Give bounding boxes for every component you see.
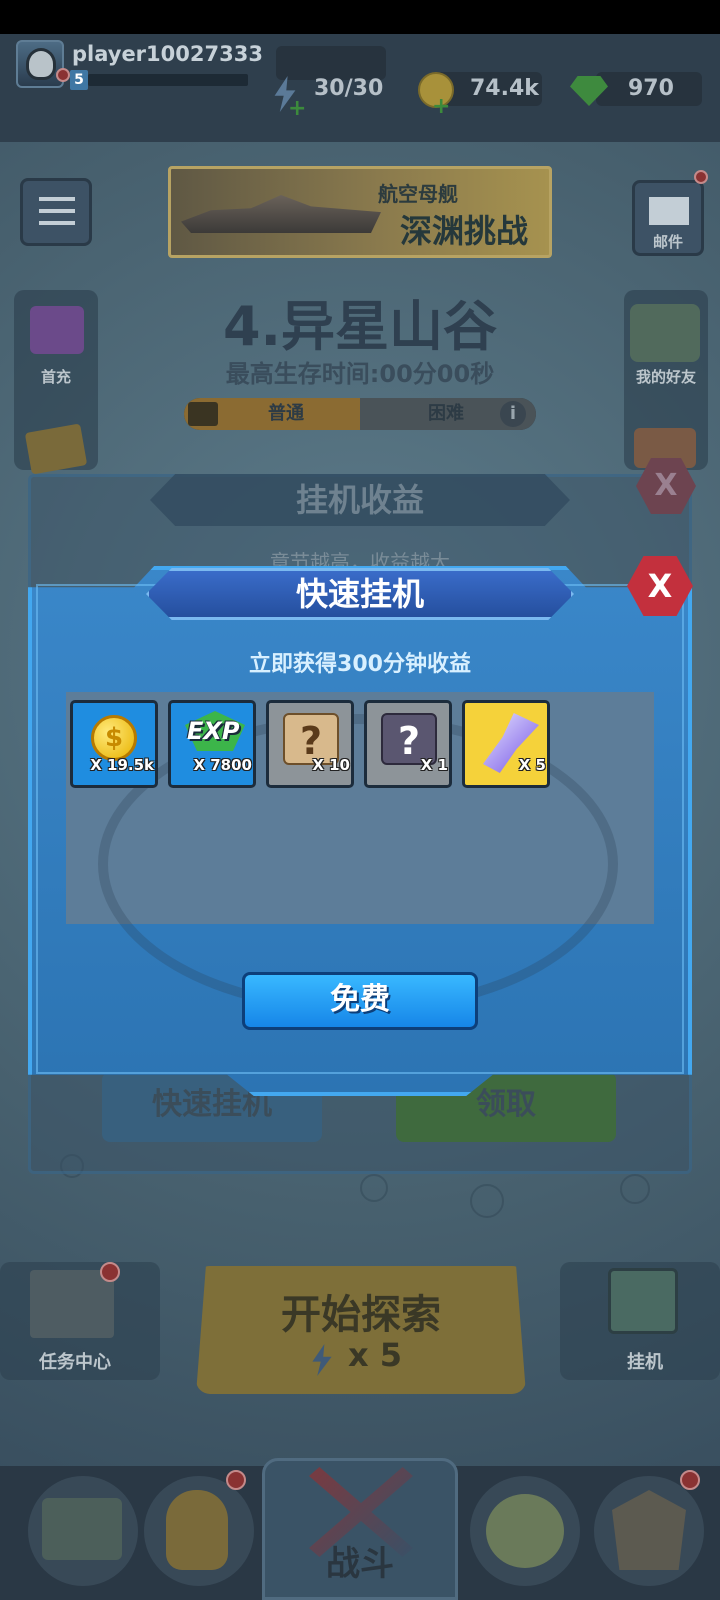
notification-dot-icon [56, 68, 70, 82]
add-coins-icon[interactable]: + [432, 94, 450, 119]
quick-idle-subtitle: 立即获得300分钟收益 [249, 652, 471, 677]
quick-idle-title: 快速挂机 [295, 575, 424, 613]
avatar[interactable] [16, 40, 64, 88]
exp-bar [88, 74, 248, 86]
bubble-decoration [360, 1174, 388, 1202]
map-icon [608, 1268, 678, 1334]
reward-exp-qty: X 7800 [193, 756, 252, 774]
armor-notification-dot-icon [680, 1470, 700, 1490]
reward-coin-qty: X 19.5k [90, 756, 154, 774]
close-icon[interactable]: X [627, 556, 693, 616]
bubble-decoration [620, 1174, 650, 1204]
best-survival-time: 最高生存时间:00分00秒 [225, 360, 495, 388]
nav-hero-tab[interactable] [470, 1476, 580, 1586]
difficulty-normal-label: 普通 [268, 403, 304, 424]
gems-value: 970 [628, 76, 674, 101]
reward-exp[interactable]: EXP [168, 700, 256, 788]
task-notification-dot-icon [100, 1262, 120, 1282]
coins-value: 74.4k [470, 76, 539, 101]
player-level-badge: 5 [70, 70, 88, 90]
reward-mystery-box[interactable]: ? [266, 700, 354, 788]
nav-armor-tab[interactable] [594, 1476, 704, 1586]
info-icon[interactable]: i [500, 401, 526, 427]
hero-icon [486, 1494, 564, 1568]
difficulty-hard-label: 困难 [428, 403, 464, 424]
chest-icon [42, 1498, 122, 1560]
free-button-label: 免费 [330, 982, 390, 1017]
status-bar [0, 0, 720, 34]
banner-line2: 深渊挑战 [399, 212, 528, 250]
reward-crystal[interactable] [462, 700, 550, 788]
idle-label: 挂机 [627, 1352, 663, 1373]
banner-line1: 航空母舰 [378, 182, 458, 206]
mail-button[interactable]: 邮件 [632, 180, 704, 256]
mail-label: 邮件 [652, 233, 683, 251]
player-name: player10027333 [72, 42, 263, 66]
task-center-button[interactable]: 任务中心 [0, 1262, 160, 1380]
helmet-icon [166, 1490, 228, 1570]
energy-value: 30/30 [314, 76, 384, 101]
reward-coin[interactable]: $ [70, 700, 158, 788]
bubble-decoration [470, 1184, 504, 1218]
mail-notification-dot-icon [694, 170, 708, 184]
idle-button[interactable]: 挂机 [560, 1262, 720, 1380]
reward-mystery-chest-qty: X 1 [420, 756, 448, 774]
menu-button[interactable] [20, 178, 92, 246]
idle-panel-title: 挂机收益 [295, 481, 424, 519]
start-explore-label: 开始探索 [281, 1292, 441, 1338]
book-icon [30, 1270, 114, 1338]
reward-mystery-box-qty: X 10 [312, 756, 350, 774]
exp-icon: EXP [187, 717, 240, 745]
chapter-title: 4.异星山谷 [222, 295, 498, 358]
difficulty-selector: 普通 困难 i [184, 398, 536, 430]
nav-equipment-tab[interactable] [144, 1476, 254, 1586]
explore-cost: x 5 [347, 1336, 403, 1374]
reward-crystal-qty: X 5 [518, 756, 546, 774]
task-center-label: 任务中心 [39, 1352, 111, 1373]
envelope-icon [649, 197, 689, 225]
armor-icon [612, 1490, 686, 1570]
add-energy-icon[interactable]: + [288, 96, 306, 121]
equipment-notification-dot-icon [226, 1470, 246, 1490]
list-icon [39, 197, 75, 201]
reward-mystery-chest[interactable]: ? [364, 700, 452, 788]
nav-treasure-tab[interactable] [28, 1476, 138, 1586]
coin-icon: $ [91, 715, 137, 761]
helmet-icon [26, 48, 56, 80]
nav-battle-label: 战斗 [326, 1544, 394, 1584]
book-icon[interactable] [188, 402, 218, 426]
